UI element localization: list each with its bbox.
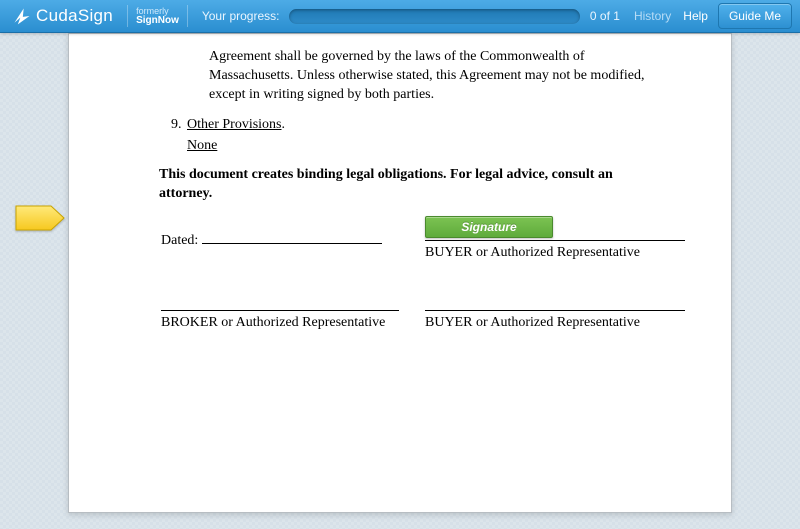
help-link[interactable]: Help <box>683 9 708 23</box>
dated-label: Dated: <box>161 233 198 248</box>
next-field-arrow-icon[interactable] <box>15 205 65 231</box>
dated-line <box>202 243 382 244</box>
broker-label: BROKER or Authorized Representative <box>161 314 385 333</box>
paragraph-governing-law: Agreement shall be governed by the laws … <box>209 48 659 105</box>
brand-logo: CudaSign <box>8 6 119 26</box>
document-page: Agreement shall be governed by the laws … <box>68 33 732 513</box>
brand-name: CudaSign <box>36 6 113 26</box>
progress-count: 0 of 1 <box>590 9 620 23</box>
section-other-provisions: 9. Other Provisions. None <box>187 116 285 156</box>
app-header: CudaSign formerly SignNow Your progress:… <box>0 0 800 33</box>
buyer-1-signature-line <box>425 240 685 241</box>
section-number: 9. <box>171 116 182 135</box>
buyer-2-signature-line <box>425 310 685 311</box>
buyer-1-label: BUYER or Authorized Representative <box>425 244 640 263</box>
section-body: None <box>187 137 285 156</box>
section-title: Other Provisions <box>187 117 282 132</box>
guide-me-button[interactable]: Guide Me <box>718 3 792 29</box>
progress-label: Your progress: <box>202 9 280 23</box>
formerly-label: formerly SignNow <box>136 6 179 26</box>
divider <box>127 5 128 27</box>
progress-bar <box>289 9 579 24</box>
document-canvas: Agreement shall be governed by the laws … <box>0 33 800 529</box>
dated-row: Dated: <box>161 232 382 251</box>
buyer-2-label: BUYER or Authorized Representative <box>425 314 640 333</box>
binding-notice: This document creates binding legal obli… <box>159 166 669 204</box>
signature-field[interactable]: Signature <box>425 216 553 238</box>
broker-signature-line <box>161 310 399 311</box>
brand-icon <box>12 6 32 26</box>
history-link[interactable]: History <box>634 9 671 23</box>
divider <box>187 5 188 27</box>
